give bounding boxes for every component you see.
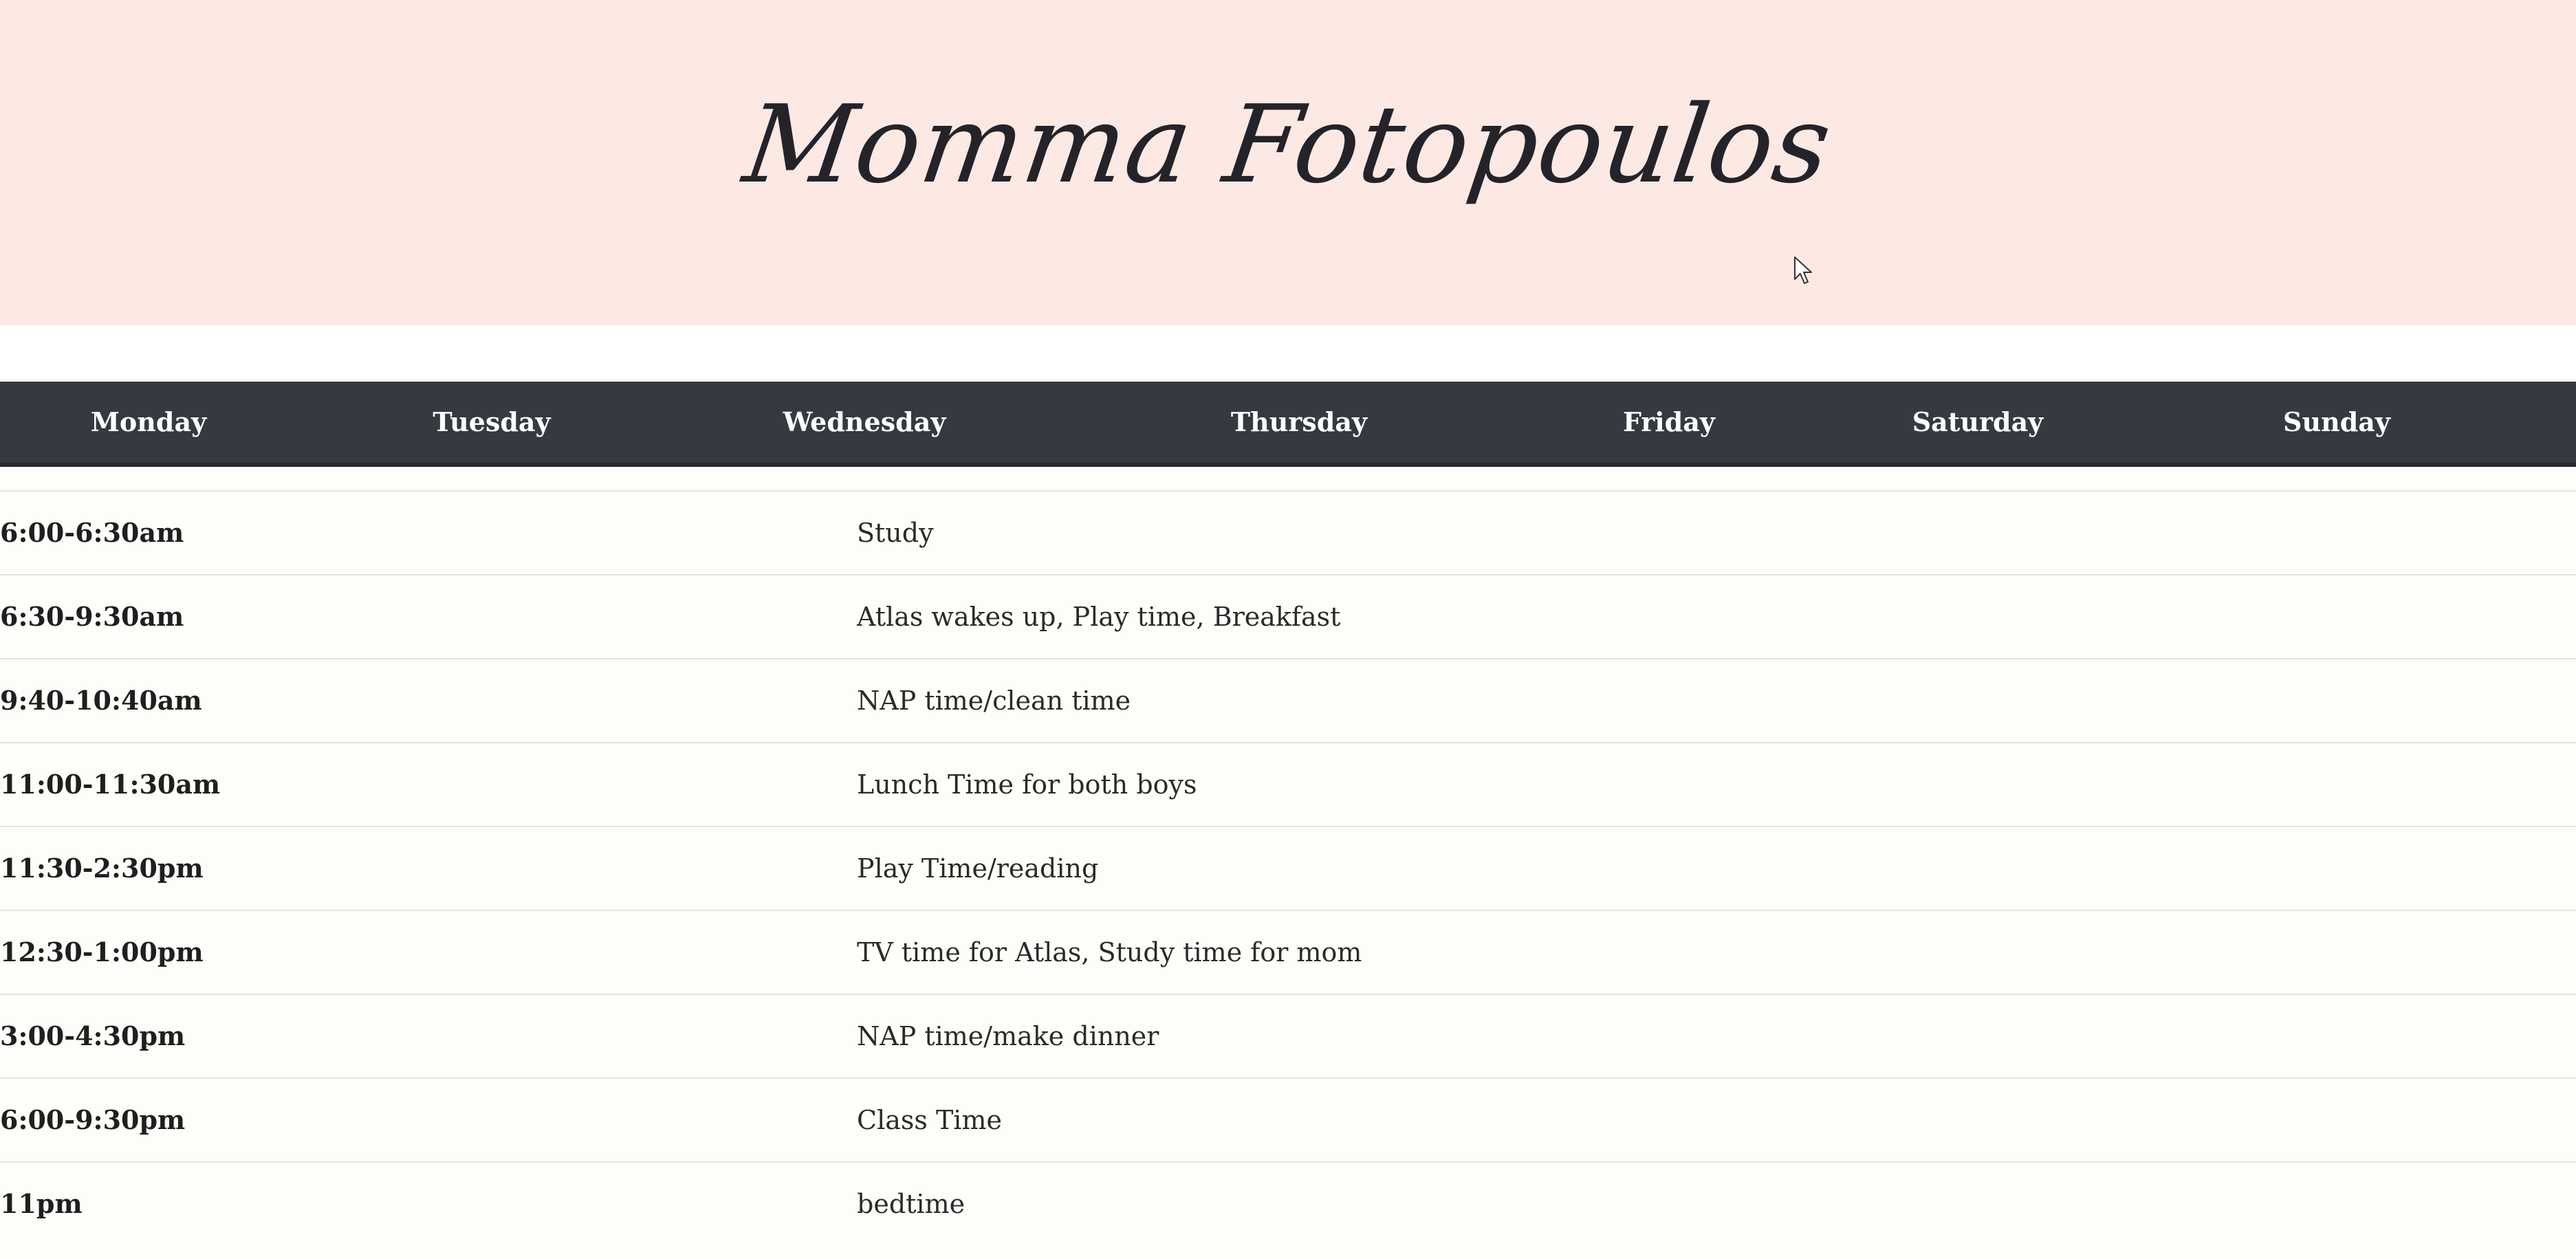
table-row: 11:00-11:30am Lunch Time for both boys	[0, 743, 2576, 827]
activity: Study	[857, 518, 934, 548]
mouse-pointer-icon	[1794, 256, 1812, 284]
activity: Atlas wakes up, Play time, Breakfast	[857, 602, 1341, 632]
time-slot: 11:00-11:30am	[0, 769, 221, 800]
time-slot: 9:40-10:40am	[0, 685, 202, 716]
day-tuesday[interactable]: Tuesday	[433, 382, 550, 463]
day-sunday[interactable]: Sunday	[2283, 382, 2390, 463]
day-saturday[interactable]: Saturday	[1912, 382, 2044, 463]
time-slot: 11pm	[0, 1188, 83, 1219]
time-slot: 6:00-9:30pm	[0, 1104, 186, 1135]
schedule-table: 6:00-6:30am Study 6:30-9:30am Atlas wake…	[0, 467, 2576, 1247]
day-monday[interactable]: Monday	[91, 382, 206, 463]
table-row: 12:30-1:00pm TV time for Atlas, Study ti…	[0, 911, 2576, 995]
time-slot: 6:30-9:30am	[0, 601, 184, 632]
time-slot: 12:30-1:00pm	[0, 937, 204, 967]
table-row: 6:00-9:30pm Class Time	[0, 1079, 2576, 1163]
activity: Class Time	[857, 1105, 1002, 1135]
header-gap	[0, 325, 2576, 382]
activity: NAP time/make dinner	[857, 1021, 1159, 1051]
table-row: 11:30-2:30pm Play Time/reading	[0, 827, 2576, 911]
activity: bedtime	[857, 1189, 965, 1219]
table-row: 9:40-10:40am NAP time/clean time	[0, 659, 2576, 743]
day-wednesday[interactable]: Wednesday	[783, 382, 946, 463]
page-header: Momma Fotopoulos	[0, 0, 2576, 325]
table-row: 6:00-6:30am Study	[0, 492, 2576, 576]
table-row: 11pm bedtime	[0, 1163, 2576, 1247]
activity: Play Time/reading	[857, 853, 1099, 884]
site-title: Momma Fotopoulos	[736, 82, 1840, 207]
time-slot: 6:00-6:30am	[0, 517, 184, 548]
table-top-divider	[0, 467, 2576, 492]
time-slot: 11:30-2:30pm	[0, 853, 204, 884]
time-slot: 3:00-4:30pm	[0, 1020, 186, 1051]
activity: TV time for Atlas, Study time for mom	[857, 937, 1362, 967]
day-navigation-bar: Monday Tuesday Wednesday Thursday Friday…	[0, 382, 2576, 467]
activity: NAP time/clean time	[857, 686, 1131, 716]
day-thursday[interactable]: Thursday	[1231, 382, 1367, 463]
day-friday[interactable]: Friday	[1623, 382, 1715, 463]
table-row: 3:00-4:30pm NAP time/make dinner	[0, 995, 2576, 1079]
activity: Lunch Time for both boys	[857, 769, 1197, 800]
table-row: 6:30-9:30am Atlas wakes up, Play time, B…	[0, 576, 2576, 659]
